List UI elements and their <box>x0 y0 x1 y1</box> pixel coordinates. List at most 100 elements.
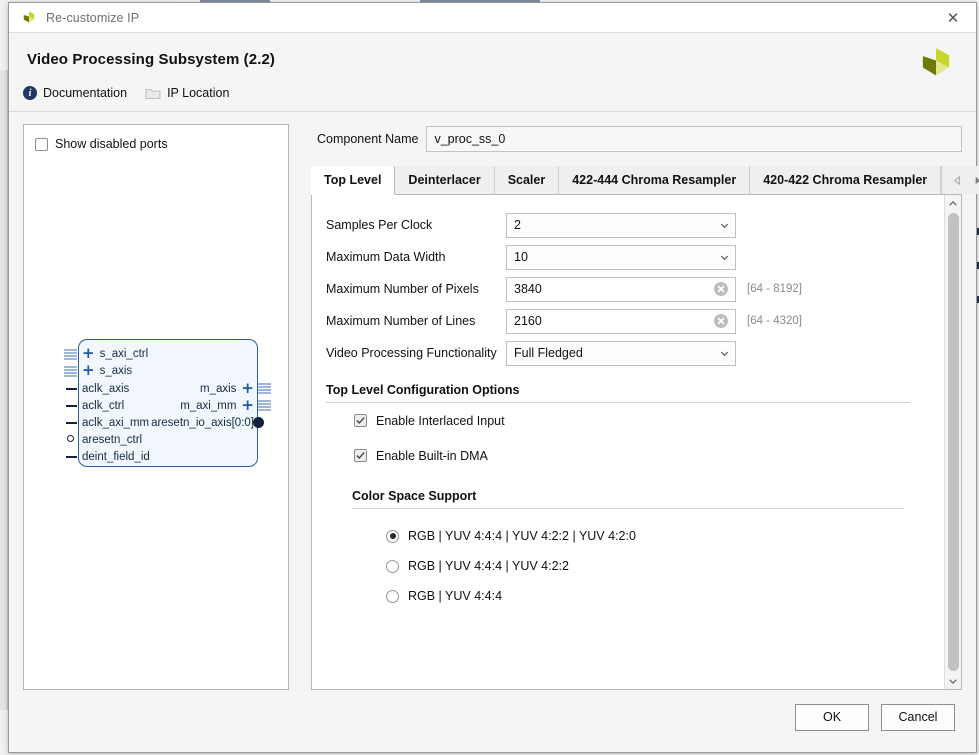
maximum-number-of-pixels-value: 3840 <box>514 282 714 296</box>
dialog-header: Video Processing Subsystem (2.2) i Docum… <box>9 33 976 112</box>
close-icon[interactable]: ✕ <box>932 3 974 32</box>
enable-interlaced-input-checkbox[interactable]: Enable Interlaced Input <box>312 403 944 438</box>
port-aresetn-io-axis: aresetn_io_axis[0:0] <box>151 414 254 431</box>
port-aclk-ctrl: aclk_ctrl <box>82 397 124 414</box>
scrollbar-thumb[interactable] <box>948 213 959 671</box>
ip-port-labels: + s_axi_ctrl + s_axis aclk_axis aclk_ctr… <box>60 337 276 477</box>
maximum-number-of-pixels-input[interactable]: 3840 <box>506 277 736 302</box>
radio-button <box>386 590 399 603</box>
radio-button <box>386 560 399 573</box>
port-m-axi-mm: + m_axi_mm <box>180 397 254 414</box>
tab-top-level[interactable]: Top Level <box>311 166 395 195</box>
color-space-option-rgb-yuv444-yuv422[interactable]: RGB | YUV 4:4:4 | YUV 4:2:2 <box>312 551 944 581</box>
background-left-edge <box>0 70 8 710</box>
ip-location-link[interactable]: IP Location <box>145 86 229 100</box>
documentation-link-label: Documentation <box>43 86 127 100</box>
color-space-option-label: RGB | YUV 4:4:4 | YUV 4:2:2 <box>408 559 569 573</box>
ip-symbol-panel: Show disabled ports <box>23 124 289 690</box>
expand-icon[interactable]: + <box>82 363 95 378</box>
component-name-row: Component Name <box>311 124 962 166</box>
expand-icon[interactable]: + <box>241 398 254 413</box>
maximum-number-of-lines-value: 2160 <box>514 314 714 328</box>
color-space-support-radio-group: RGB | YUV 4:4:4 | YUV 4:2:2 | YUV 4:2:0 … <box>312 521 944 611</box>
tab-navigation <box>941 166 979 194</box>
documentation-link[interactable]: i Documentation <box>23 86 127 100</box>
enable-built-in-dma-label: Enable Built-in DMA <box>376 449 488 463</box>
video-processing-functionality-value: Full Fledged <box>514 346 713 360</box>
maximum-number-of-lines-input[interactable]: 2160 <box>506 309 736 334</box>
clear-icon[interactable] <box>714 282 728 296</box>
color-space-option-rgb-yuv444-yuv422-yuv420[interactable]: RGB | YUV 4:4:4 | YUV 4:2:2 | YUV 4:2:0 <box>312 521 944 551</box>
tab-bar: Top Level Deinterlacer Scaler 422-444 Ch… <box>311 166 962 195</box>
port-label: deint_field_id <box>82 451 150 463</box>
video-processing-functionality-dropdown[interactable]: Full Fledged <box>506 341 736 366</box>
port-label: m_axis <box>200 383 236 395</box>
tab-scroll-left-icon[interactable] <box>950 173 965 188</box>
checkmark-icon <box>356 451 365 460</box>
checkbox-box <box>354 449 367 462</box>
chevron-down-icon <box>713 252 735 263</box>
xilinx-logo-small <box>19 9 39 27</box>
maximum-number-of-pixels-range: [64 - 8192] <box>747 283 802 295</box>
samples-per-clock-dropdown[interactable]: 2 <box>506 213 736 238</box>
color-space-option-rgb-yuv444[interactable]: RGB | YUV 4:4:4 <box>312 581 944 611</box>
port-m-axis: + m_axis <box>200 380 254 397</box>
port-s-axi-ctrl: + s_axi_ctrl <box>82 345 148 362</box>
samples-per-clock-label: Samples Per Clock <box>326 218 506 232</box>
cancel-button[interactable]: Cancel <box>881 704 955 731</box>
field-row-maximum-number-of-lines: Maximum Number of Lines 2160 [64 - 4320] <box>312 305 944 337</box>
dialog-body: Show disabled ports <box>9 112 976 690</box>
checkmark-icon <box>356 416 365 425</box>
content-scrollbar[interactable] <box>944 195 961 689</box>
tab-422-444-chroma-resampler[interactable]: 422-444 Chroma Resampler <box>559 166 750 194</box>
port-label: aclk_axi_mm <box>82 417 149 429</box>
port-aresetn-ctrl: aresetn_ctrl <box>82 431 142 448</box>
dialog-titlebar: Re-customize IP ✕ <box>9 3 976 33</box>
component-name-input[interactable] <box>426 126 962 152</box>
maximum-data-width-label: Maximum Data Width <box>326 250 506 264</box>
samples-per-clock-value: 2 <box>514 218 713 232</box>
clear-icon[interactable] <box>714 314 728 328</box>
radio-button <box>386 530 399 543</box>
component-name-label: Component Name <box>317 132 418 146</box>
configuration-panel: Component Name Top Level Deinterlacer Sc… <box>311 124 962 690</box>
tab-420-422-chroma-resampler[interactable]: 420-422 Chroma Resampler <box>750 166 941 194</box>
tab-scroll-right-icon[interactable] <box>970 173 979 188</box>
enable-interlaced-input-label: Enable Interlaced Input <box>376 414 505 428</box>
port-label: aresetn_io_axis[0:0] <box>151 417 254 429</box>
info-icon: i <box>23 86 37 100</box>
field-row-samples-per-clock: Samples Per Clock 2 <box>312 209 944 241</box>
maximum-number-of-pixels-label: Maximum Number of Pixels <box>326 282 506 296</box>
ip-block-diagram: + s_axi_ctrl + s_axis aclk_axis aclk_ctr… <box>60 337 276 477</box>
port-aclk-axis: aclk_axis <box>82 380 129 397</box>
field-row-maximum-number-of-pixels: Maximum Number of Pixels 3840 [64 - 8192… <box>312 273 944 305</box>
tab-scaler[interactable]: Scaler <box>495 166 560 194</box>
port-deint-field-id: deint_field_id <box>82 448 150 465</box>
tab-content-top-level: Samples Per Clock 2 Maximum Data Width 1 <box>311 195 962 690</box>
port-label: m_axi_mm <box>180 400 236 412</box>
scroll-down-icon[interactable] <box>945 672 962 689</box>
scroll-up-icon[interactable] <box>945 195 962 212</box>
xilinx-logo <box>914 43 958 85</box>
maximum-number-of-lines-label: Maximum Number of Lines <box>326 314 506 328</box>
show-disabled-ports-checkbox[interactable]: Show disabled ports <box>24 125 288 151</box>
top-level-configuration-options-title: Top Level Configuration Options <box>312 383 944 397</box>
port-s-axis: + s_axis <box>82 362 132 379</box>
header-linkbar: i Documentation IP Location <box>9 68 976 111</box>
expand-icon[interactable]: + <box>82 346 95 361</box>
port-label: aresetn_ctrl <box>82 434 142 446</box>
top-level-form: Samples Per Clock 2 Maximum Data Width 1 <box>312 195 944 689</box>
port-label: s_axis <box>100 365 133 377</box>
port-aclk-axi-mm: aclk_axi_mm <box>82 414 149 431</box>
tab-deinterlacer[interactable]: Deinterlacer <box>395 166 494 194</box>
maximum-data-width-dropdown[interactable]: 10 <box>506 245 736 270</box>
chevron-down-icon <box>713 348 735 359</box>
color-space-option-label: RGB | YUV 4:4:4 <box>408 589 502 603</box>
enable-built-in-dma-checkbox[interactable]: Enable Built-in DMA <box>312 438 944 473</box>
expand-icon[interactable]: + <box>241 381 254 396</box>
dialog-title: Re-customize IP <box>46 11 932 25</box>
port-label: aclk_ctrl <box>82 400 124 412</box>
checkbox-box <box>354 414 367 427</box>
ok-button[interactable]: OK <box>795 704 869 731</box>
port-label: s_axi_ctrl <box>100 348 149 360</box>
